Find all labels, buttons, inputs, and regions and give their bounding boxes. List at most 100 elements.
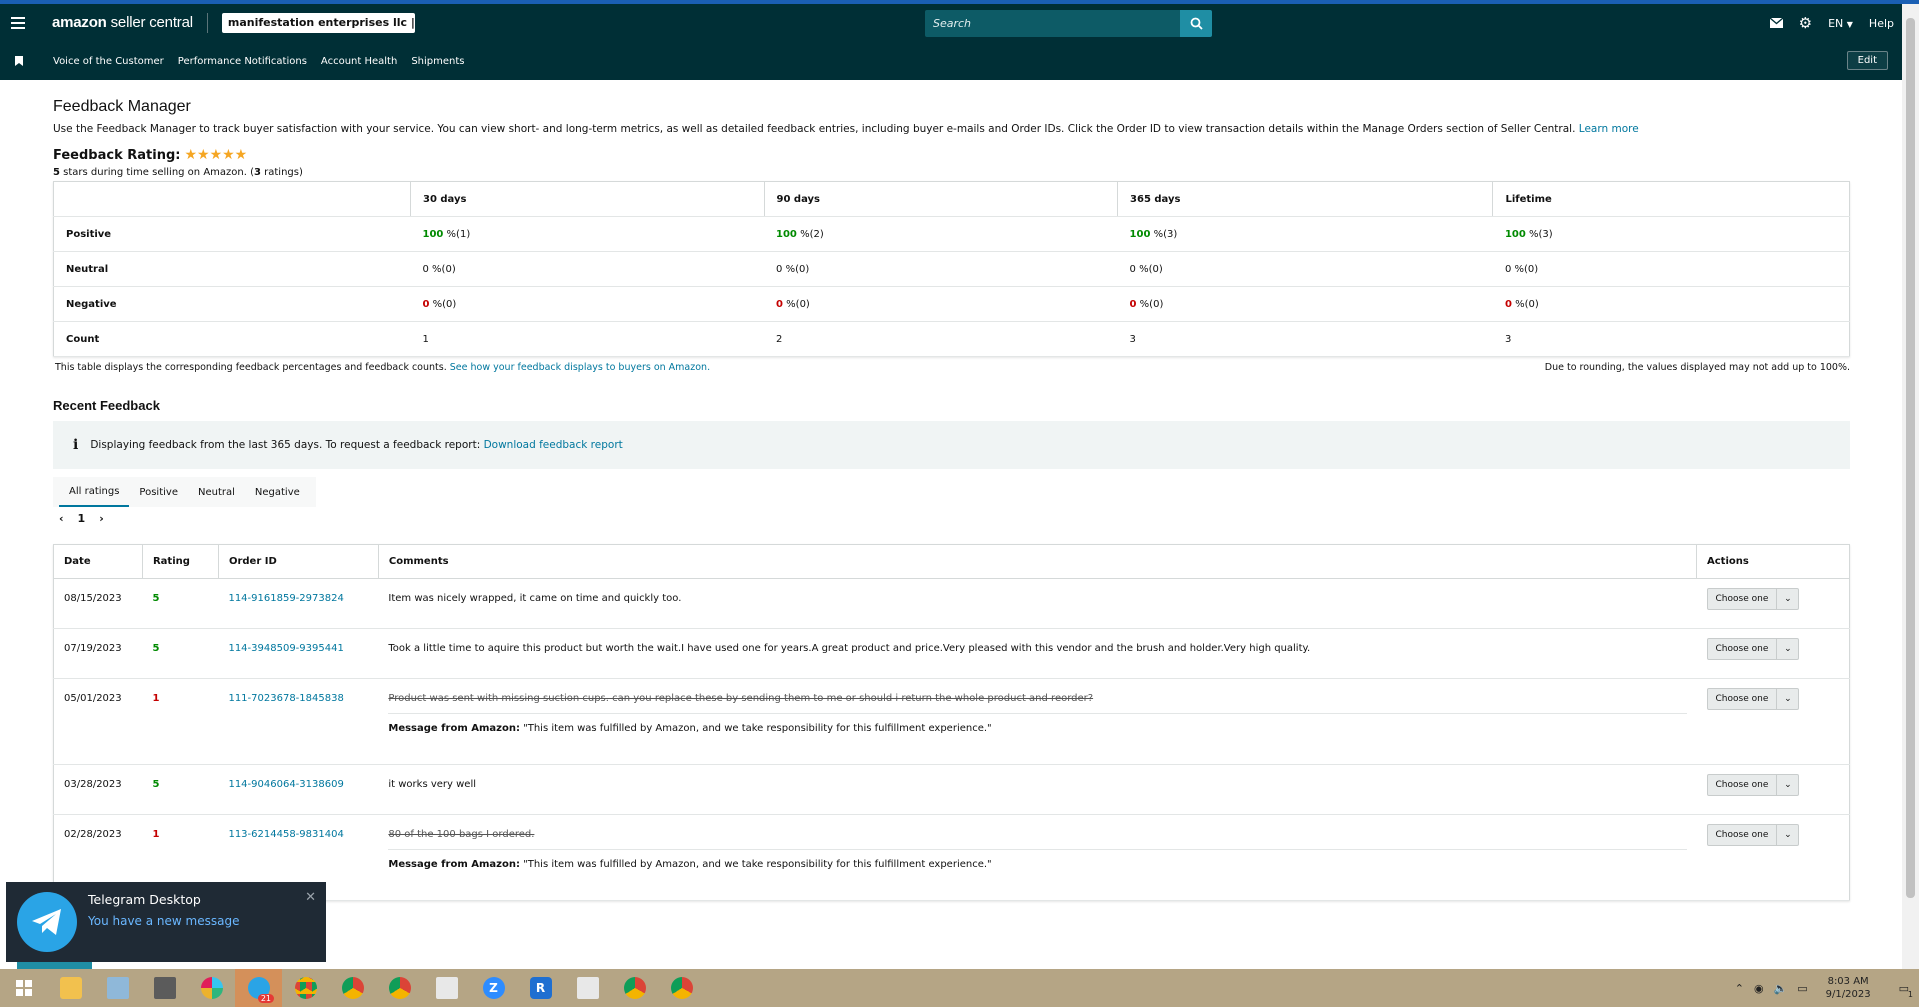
action-dropdown[interactable]: Choose one ⌄	[1706, 774, 1800, 796]
action-dropdown[interactable]: Choose one ⌄	[1706, 824, 1800, 846]
chevron-down-icon[interactable]: ⌄	[1776, 639, 1798, 659]
chevron-down-icon[interactable]: ⌄	[1776, 775, 1798, 795]
telegram-notification[interactable]: Telegram Desktop You have a new message …	[6, 882, 326, 962]
taskbar-slack[interactable]	[188, 969, 235, 1007]
nav-voice-of-customer[interactable]: Voice of the Customer	[53, 56, 164, 67]
date-cell-value: 02/28/2023	[64, 829, 122, 840]
order-id-cell[interactable]: 111-7023678-1845838	[218, 678, 379, 765]
taskbar-notepad[interactable]	[94, 969, 141, 1007]
rating-cell-value: 5	[152, 593, 160, 604]
tab-neutral[interactable]: Neutral	[188, 479, 245, 506]
action-dropdown-label: Choose one	[1715, 694, 1769, 704]
notification-center-icon[interactable]: ▭ 1	[1899, 982, 1913, 999]
action-dropdown[interactable]: Choose one ⌄	[1706, 588, 1800, 610]
tab-negative[interactable]: Negative	[245, 479, 310, 506]
order-id-cell[interactable]: 114-9046064-3138609	[218, 764, 379, 815]
order-id-cell-value[interactable]: 113-6214458-9831404	[228, 829, 343, 840]
network-icon[interactable]: ▭	[1797, 982, 1807, 995]
chevron-up-icon[interactable]: ⌃	[1735, 982, 1744, 995]
order-id-cell-value[interactable]: 114-9046064-3138609	[228, 779, 343, 790]
nav-performance-notifications[interactable]: Performance Notifications	[178, 56, 307, 67]
summary-count: %(3)	[1525, 228, 1553, 240]
page-scrollbar[interactable]	[1902, 4, 1919, 969]
help-link[interactable]: Help	[1869, 17, 1894, 30]
table-row: 03/28/2023 5 114-9046064-3138609 it works v…	[53, 764, 1850, 815]
page-number[interactable]: 1	[78, 512, 86, 525]
order-id-cell[interactable]: 114-3948509-9395441	[218, 628, 379, 679]
taskbar-app-k[interactable]	[423, 969, 470, 1007]
buyer-display-link[interactable]: See how your feedback displays to buyers…	[450, 362, 710, 373]
summary-count: %(2)	[796, 228, 824, 240]
nav-account-health[interactable]: Account Health	[321, 56, 397, 67]
mail-icon[interactable]	[1769, 18, 1783, 28]
action-dropdown[interactable]: Choose one ⌄	[1706, 688, 1800, 710]
taskbar-app-r[interactable]: R	[517, 969, 564, 1007]
taskbar-chrome-4[interactable]	[611, 969, 658, 1007]
order-id-cell-value[interactable]: 111-7023678-1845838	[228, 693, 343, 704]
camera-icon[interactable]: ◉	[1754, 982, 1764, 995]
date-cell: 05/01/2023	[53, 678, 143, 765]
store-selector-button[interactable]: manifestation enterprises llc | ...	[221, 13, 415, 33]
taskbar-app-k2[interactable]	[564, 969, 611, 1007]
taskbar-telegram[interactable]: 21	[235, 969, 282, 1007]
comment-cell: it works very well	[378, 764, 1697, 815]
summary-percent: 1	[422, 333, 429, 345]
zoom-icon: Z	[482, 977, 505, 999]
scrollbar-thumb[interactable]	[1906, 18, 1915, 898]
summary-percent: 100	[1129, 228, 1151, 240]
date-cell: 03/28/2023	[53, 764, 143, 815]
seller-central-logo[interactable]: amazon seller central	[52, 13, 208, 33]
tab-all-ratings[interactable]: All ratings	[59, 478, 130, 507]
tab-positive[interactable]: Positive	[129, 479, 188, 506]
taskbar-chrome-1[interactable]	[282, 969, 329, 1007]
bookmark-icon[interactable]	[0, 56, 38, 66]
nav-shipments[interactable]: Shipments	[411, 56, 464, 67]
order-id-cell-value[interactable]: 114-9161859-2973824	[228, 593, 343, 604]
table-row: 07/19/2023 5 114-3948509-9395441 Took a lit…	[53, 628, 1850, 679]
summary-row-label: Neutral	[53, 251, 411, 287]
table-row: 05/01/2023 1 111-7023678-1845838 Product wa…	[53, 678, 1850, 765]
gear-icon[interactable]: ⚙	[1799, 14, 1812, 32]
summary-count: %(0)	[782, 298, 810, 310]
summary-row-label: Positive	[53, 216, 411, 252]
download-report-link[interactable]: Download feedback report	[484, 439, 623, 451]
volume-icon[interactable]: 🔈	[1774, 982, 1788, 995]
summary-footnote-text: This table displays the corresponding fe…	[55, 362, 447, 373]
search-input[interactable]	[925, 10, 1180, 37]
summary-percent: 100	[776, 228, 797, 240]
rating-filter-tabs: All ratings Positive Neutral Negative	[53, 477, 316, 507]
rating-sub-mid: stars during time selling on Amazon. (	[59, 167, 254, 178]
page-title: Feedback Manager	[53, 98, 191, 115]
amazon-message-label: Message from Amazon:	[388, 859, 520, 870]
taskbar-file-explorer[interactable]	[47, 969, 94, 1007]
chevron-left-icon[interactable]: ‹	[59, 512, 64, 525]
order-id-cell[interactable]: 114-9161859-2973824	[218, 578, 379, 629]
chrome-icon	[623, 977, 646, 999]
language-selector[interactable]: EN ▼	[1828, 17, 1853, 30]
taskbar-chrome-3[interactable]	[376, 969, 423, 1007]
taskbar-zoom[interactable]: Z	[470, 969, 517, 1007]
search-button[interactable]	[1180, 10, 1212, 37]
feedback-header-row: Date Rating Order ID Comments Actions	[53, 544, 1850, 579]
chevron-right-icon[interactable]: ›	[99, 512, 104, 525]
taskbar-chrome-2[interactable]	[329, 969, 376, 1007]
info-icon: i	[73, 437, 79, 453]
taskbar-calculator[interactable]	[141, 969, 188, 1007]
taskbar-chrome-5[interactable]	[658, 969, 705, 1007]
order-id-cell-value[interactable]: 114-3948509-9395441	[228, 643, 343, 654]
close-icon[interactable]: ✕	[305, 890, 316, 905]
chevron-down-icon[interactable]: ⌄	[1776, 589, 1798, 609]
language-label: EN	[1828, 16, 1844, 30]
clock[interactable]: 8:03 AM 9/1/2023	[1826, 975, 1871, 1001]
edit-nav-button[interactable]: Edit	[1846, 51, 1888, 70]
comment-text: Product was sent with missing suction cu…	[388, 693, 1094, 704]
learn-more-link[interactable]: Learn more	[1579, 123, 1639, 135]
amazon-message-label: Message from Amazon:	[388, 723, 520, 734]
action-dropdown[interactable]: Choose one ⌄	[1706, 638, 1800, 660]
start-button[interactable]	[0, 969, 47, 1007]
menu-icon[interactable]	[0, 4, 36, 42]
chevron-down-icon[interactable]: ⌄	[1776, 825, 1798, 845]
clock-date: 9/1/2023	[1825, 989, 1871, 1000]
action-dropdown-label: Choose one	[1715, 644, 1769, 654]
chevron-down-icon[interactable]: ⌄	[1776, 689, 1798, 709]
